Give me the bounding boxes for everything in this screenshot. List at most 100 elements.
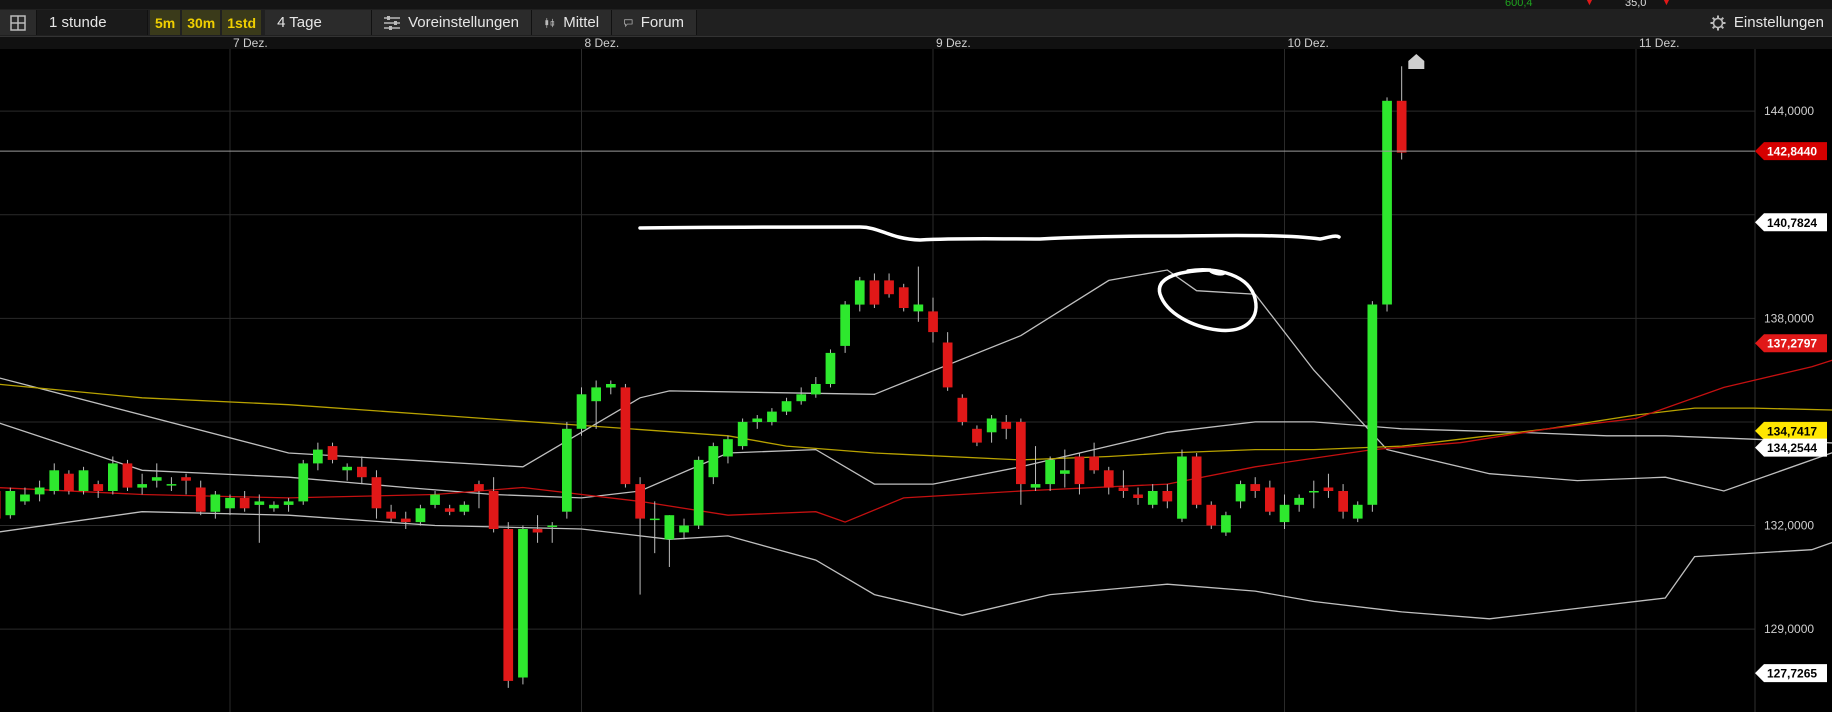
candle-body [1309,491,1319,493]
price-tag: 140,7824 [1755,213,1827,232]
candle-body [415,508,426,523]
candle-body [693,459,704,526]
candle-body [796,394,807,402]
forum-label: Forum [640,14,685,31]
top-number-white: 35,0 [1625,0,1647,9]
speech-bubble-icon [624,18,633,27]
candle-body [430,494,440,505]
price-tick-label: 129,0000 [1764,622,1814,636]
sliders-icon [384,15,401,30]
candle-body [386,511,396,519]
settings-label: Einstellungen [1733,14,1824,31]
price-tag-label: 137,2797 [1767,337,1817,351]
candle-body [1001,421,1012,429]
candle-body [239,497,250,509]
candle-body [20,494,30,502]
price-tag-label: 140,7824 [1767,216,1817,230]
candle-body [1294,497,1304,505]
price-chart[interactable]: 7 Dez. 8 Dez. 9 Dez. 10 Dez. 11 Dez. 144,0000… [0,37,1832,712]
candlestick-icon [545,17,555,28]
price-tag-label: 134,2544 [1767,441,1817,455]
candle-body [811,384,821,395]
candle-body [1396,100,1407,153]
candle-body [591,387,601,402]
candle-body [1118,487,1129,491]
layout-button[interactable] [0,10,37,35]
chart-toolbar: 1 stunde 5m 30m 1std 4 Tage Voreinstellu… [0,9,1832,37]
candle-body [210,494,221,512]
settings-button[interactable]: Einstellungen [1698,10,1832,35]
timeframe-1std-button[interactable]: 1std [222,10,262,35]
candle-body [576,394,587,429]
candle-body [562,428,572,512]
candle-body [1367,304,1378,505]
candle-body [371,477,382,509]
candle-body [254,501,265,505]
candle-body [928,311,938,333]
timeframe-30m-button[interactable]: 30m [182,10,221,35]
candle-body [357,466,367,478]
price-tag-label: 127,7265 [1767,667,1817,681]
candle-body [1177,456,1187,519]
candle-body [1221,515,1231,533]
presets-label: Voreinstellungen [408,14,519,31]
price-tag-label: 142,8440 [1767,145,1817,159]
date-tick-label: 9 Dez. [936,37,971,50]
candle-body [298,463,309,502]
candle-body [269,504,279,509]
average-button[interactable]: Mittel [532,10,613,35]
candle-body [620,387,631,485]
candle-body [1279,504,1290,523]
candle-body [1060,470,1070,474]
price-tick-label: 132,0000 [1764,519,1814,533]
candle-body [884,280,894,295]
candle-body [1074,456,1085,485]
candle-body [532,529,543,533]
candle-body [1016,421,1026,485]
candle-body [488,491,499,529]
price-tag-label: 134,7417 [1767,424,1817,438]
candle-body [137,484,147,488]
down-arrow-icon: ▼ [1662,0,1671,7]
average-label: Mittel [563,14,600,31]
candle-body [1089,456,1099,471]
candle-body [444,508,455,512]
candle-body [49,470,60,491]
down-arrow-icon: ▼ [1585,0,1594,7]
candle-body [64,473,74,491]
timeframe-5m-button[interactable]: 5m [150,10,181,35]
candle-body [767,411,777,422]
presets-button[interactable]: Voreinstellungen [372,10,533,35]
date-tick-label: 11 Dez. [1639,37,1679,50]
candle-body [649,518,660,521]
top-number-green: 600,4 [1505,0,1533,9]
candle-body [93,484,104,491]
candle-body [1265,487,1275,512]
gear-icon [1710,15,1726,30]
candle-body [0,491,1,519]
range-dropdown[interactable]: 4 Tage [265,10,373,35]
candle-body [122,463,133,488]
candle-body [547,525,558,527]
forum-button[interactable]: Forum [612,10,698,35]
candle-body [518,529,528,678]
candle-body [942,342,953,388]
candle-body [1323,487,1334,491]
candle-body [181,477,191,481]
candle-body [195,487,206,512]
candle-body [327,446,338,460]
candle-body [708,446,719,478]
candle-body [752,418,763,422]
candle-body [869,280,880,305]
candle-body [854,280,865,305]
interval-label: 1 stunde [49,14,107,31]
candle-body [34,487,45,495]
candle-body [898,287,909,308]
candle-body [1191,456,1202,505]
candle-body [1250,484,1261,491]
candle-body [474,484,484,491]
date-tick-label: 10 Dez. [1288,37,1329,50]
interval-dropdown[interactable]: 1 stunde [37,10,148,35]
top-strip: 600,4 ▼ 35,0 ▼ [0,0,1832,9]
range-label: 4 Tage [277,14,322,31]
